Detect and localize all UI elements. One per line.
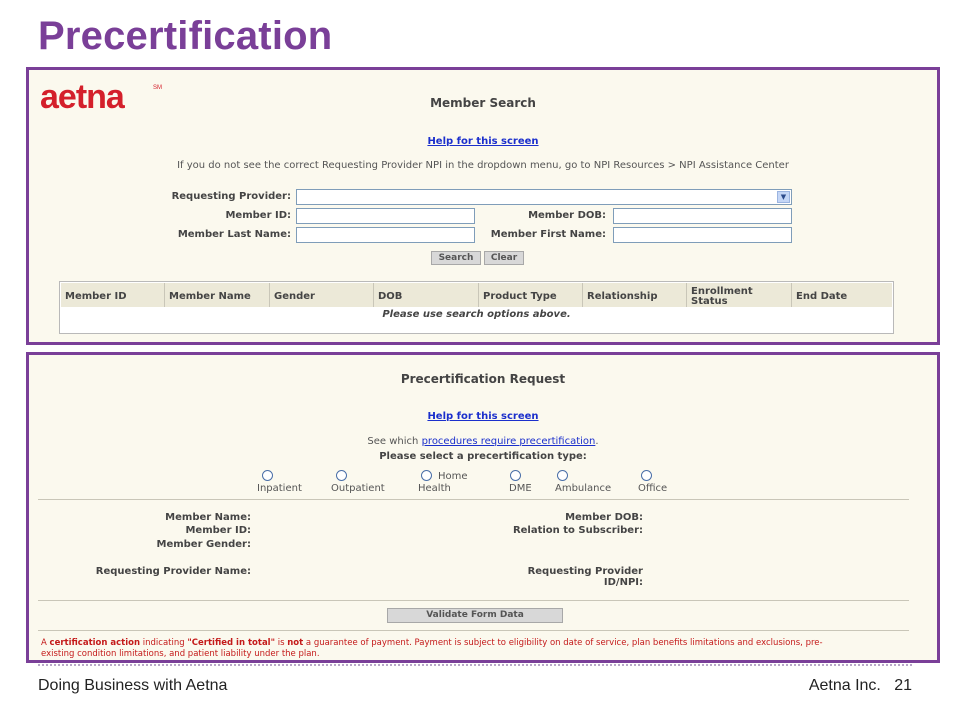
- select-type-prompt: Please select a precertification type:: [379, 451, 587, 462]
- requesting-provider-id-label-line2: ID/NPI:: [603, 577, 643, 588]
- aetna-logo-mark: SM: [153, 85, 162, 91]
- radio-circle-icon[interactable]: [557, 470, 568, 481]
- disclaimer-text: indicating: [140, 638, 188, 648]
- radio-circle-icon[interactable]: [510, 470, 521, 481]
- radio-circle-icon[interactable]: [641, 470, 652, 481]
- radio-label-health: Health: [418, 483, 451, 494]
- procedures-link[interactable]: procedures require precertification: [422, 436, 596, 447]
- radio-circle-icon[interactable]: [262, 470, 273, 481]
- member-first-name-field[interactable]: [613, 227, 792, 243]
- member-search-heading: Member Search: [430, 96, 536, 110]
- col-product-type[interactable]: Product Type: [479, 283, 583, 307]
- col-dob[interactable]: DOB: [374, 283, 479, 307]
- member-dob-label: Member DOB:: [528, 210, 606, 221]
- relation-to-subscriber-label: Relation to Subscriber:: [512, 525, 643, 536]
- precert-help-link[interactable]: Help for this screen: [29, 411, 937, 422]
- page-number: 21: [894, 677, 912, 694]
- disclaimer-bold: not: [287, 638, 304, 648]
- results-header-row: Member ID Member Name Gender DOB Product…: [61, 283, 892, 307]
- radio-circle-icon[interactable]: [421, 470, 432, 481]
- precert-type-radio-group: Inpatient Outpatient Home Health DME Amb…: [29, 470, 937, 498]
- member-first-name-label: Member First Name:: [490, 229, 606, 240]
- see-which-text: See which: [367, 436, 419, 447]
- member-gender-label: Member Gender:: [156, 539, 252, 550]
- footer-text: Doing Business with Aetna: [38, 677, 228, 694]
- procedures-note: See which procedures require precertific…: [29, 436, 937, 447]
- disclaimer-bold: "Certified in total": [187, 638, 276, 648]
- radio-label-office: Office: [638, 483, 668, 494]
- requesting-provider-id-label-line1: Requesting Provider: [527, 566, 643, 577]
- radio-label-outpatient: Outpatient: [331, 483, 385, 494]
- results-empty-message: Please use search options above.: [382, 309, 571, 320]
- member-dob-label: Member DOB:: [565, 512, 643, 523]
- see-which-suffix: .: [595, 436, 599, 447]
- slide-title: Precertification: [38, 14, 333, 58]
- npi-note: If you do not see the correct Requesting…: [177, 160, 789, 171]
- member-last-name-field[interactable]: [296, 227, 475, 243]
- requesting-provider-name-label: Requesting Provider Name:: [95, 566, 251, 577]
- footer-divider: [38, 664, 912, 666]
- section-divider: [38, 499, 909, 500]
- member-search-panel: aetna SM Member Search Help for this scr…: [26, 67, 940, 345]
- requesting-provider-label: Requesting Provider:: [171, 191, 291, 202]
- member-id-label: Member ID:: [225, 210, 291, 221]
- disclaimer-text: is: [275, 638, 288, 648]
- member-last-name-label: Member Last Name:: [177, 229, 291, 240]
- chevron-down-icon[interactable]: ▼: [777, 191, 790, 203]
- member-results-table: Member ID Member Name Gender DOB Product…: [59, 281, 894, 334]
- validate-form-button[interactable]: Validate Form Data: [387, 608, 563, 623]
- precert-request-panel: Precertification Request Help for this s…: [26, 352, 940, 663]
- search-button[interactable]: Search: [431, 251, 481, 265]
- col-member-id[interactable]: Member ID: [61, 283, 165, 307]
- member-search-help-link[interactable]: Help for this screen: [29, 136, 937, 147]
- member-id-field[interactable]: [296, 208, 475, 224]
- col-enrollment-status[interactable]: Enrollment Status: [687, 283, 792, 307]
- radio-label-home: Home: [438, 471, 468, 482]
- requesting-provider-select[interactable]: ▼: [296, 189, 792, 205]
- member-dob-field[interactable]: [613, 208, 792, 224]
- section-divider: [38, 630, 909, 631]
- member-id-label: Member ID:: [185, 525, 251, 536]
- precert-request-heading: Precertification Request: [400, 372, 566, 386]
- col-gender[interactable]: Gender: [270, 283, 374, 307]
- col-member-name[interactable]: Member Name: [165, 283, 270, 307]
- radio-label-inpatient: Inpatient: [257, 483, 302, 494]
- radio-label-dme: DME: [509, 483, 532, 494]
- footer-right: Aetna Inc. 21: [809, 677, 912, 695]
- footer-company: Aetna Inc.: [808, 677, 881, 694]
- member-name-label: Member Name:: [165, 512, 251, 523]
- certification-disclaimer: A certification action indicating "Certi…: [41, 638, 841, 660]
- radio-label-ambulance: Ambulance: [555, 483, 612, 494]
- section-divider: [38, 600, 909, 601]
- disclaimer-text: A: [41, 638, 50, 648]
- radio-circle-icon[interactable]: [336, 470, 347, 481]
- clear-button[interactable]: Clear: [484, 251, 524, 265]
- col-relationship[interactable]: Relationship: [583, 283, 687, 307]
- col-end-date[interactable]: End Date: [792, 283, 892, 307]
- disclaimer-bold: certification action: [49, 638, 141, 648]
